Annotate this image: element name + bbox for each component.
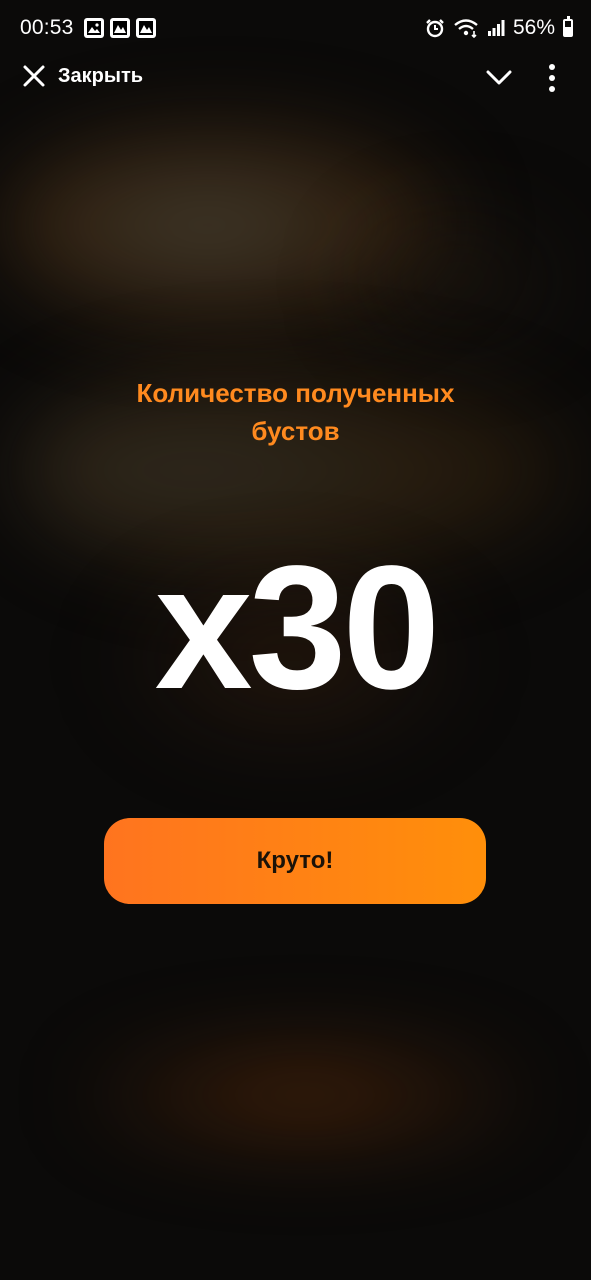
alarm-icon — [426, 19, 444, 38]
more-options-button[interactable] — [540, 62, 564, 94]
app-notification-icon — [110, 18, 130, 38]
battery-percent: 56% — [512, 16, 555, 39]
chevron-down-icon — [486, 70, 512, 85]
boost-counter: x30 — [154, 530, 441, 726]
signal-icon — [487, 20, 505, 36]
background-blur — [0, 120, 460, 330]
boost-result-screen: 00:53 56% Закрыть Количество полученных … — [0, 0, 591, 1280]
more-vertical-icon — [549, 64, 555, 92]
close-icon — [23, 65, 45, 87]
collapse-button[interactable] — [484, 66, 514, 90]
status-bar: 00:53 56% — [0, 0, 591, 56]
top-app-bar: Закрыть — [0, 56, 591, 100]
status-time: 00:53 — [20, 16, 74, 39]
app-notification-icon — [136, 18, 156, 38]
boost-count-title: Количество полученных бустов — [136, 378, 455, 446]
wifi-icon — [454, 19, 478, 38]
background-blur — [70, 1030, 540, 1160]
close-label: Закрыть — [58, 64, 144, 87]
notification-icons — [84, 18, 156, 38]
system-indicators: 56% — [425, 16, 573, 40]
background-blur — [340, 200, 580, 360]
battery-icon — [563, 16, 573, 37]
gallery-notification-icon — [84, 18, 104, 38]
close-button[interactable]: Закрыть — [22, 64, 143, 88]
confirm-button[interactable]: Круто! — [104, 818, 486, 904]
